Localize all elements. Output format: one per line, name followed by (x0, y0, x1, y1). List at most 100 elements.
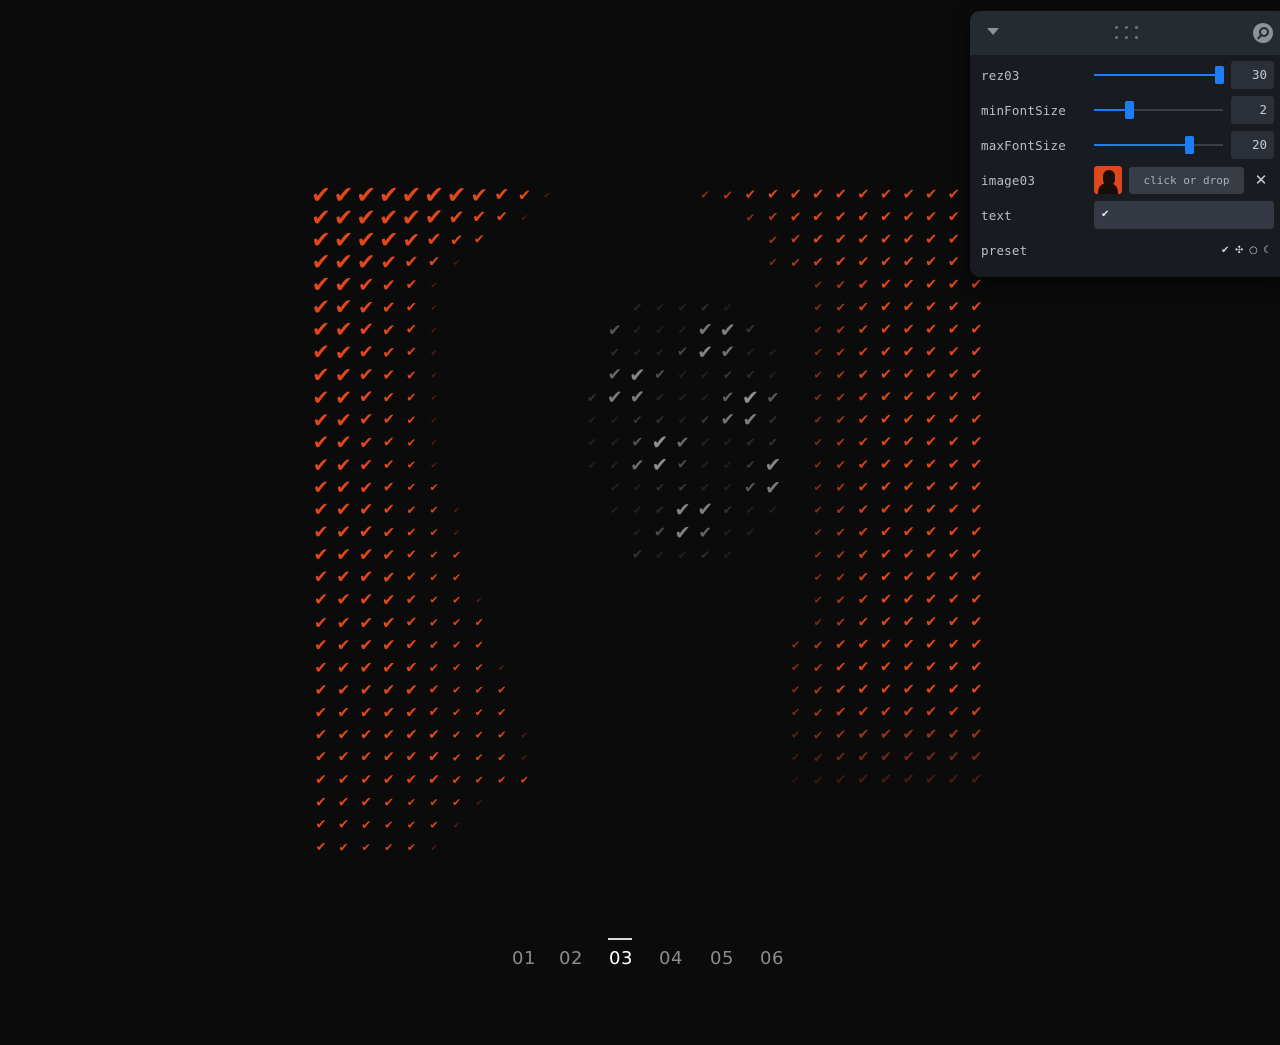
checkmark-glyph: ✔ (678, 301, 688, 315)
checkmark-glyph: ✔ (405, 727, 417, 744)
checkmark-glyph: ✔ (836, 616, 846, 630)
checkmark-glyph: ✔ (835, 255, 847, 271)
checkmark-glyph: ✔ (814, 414, 823, 427)
checkmark-glyph: ✔ (610, 458, 620, 472)
checkmark-glyph: ✔ (836, 413, 846, 427)
checkmark-glyph: ✔ (925, 412, 937, 428)
checkmark-glyph: ✔ (384, 796, 394, 810)
page-link-05[interactable]: 05 (710, 948, 734, 969)
slider-thumb[interactable] (1124, 101, 1134, 119)
checkmark-glyph: ✔ (383, 750, 395, 766)
checkmark-glyph: ✔ (360, 750, 372, 766)
checkmark-glyph: ✔ (429, 660, 439, 675)
checkmark-glyph: ✔ (337, 636, 351, 655)
rez03-value-field[interactable]: 30 (1231, 61, 1274, 89)
checkmark-glyph: ✔ (880, 232, 892, 248)
checkmark-glyph: ✔ (813, 728, 823, 743)
checkmark-glyph: ✔ (768, 256, 777, 269)
checkmark-glyph: ✔ (836, 458, 846, 472)
checkmark-glyph: ✔ (925, 345, 937, 361)
checkmark-glyph: ✔ (452, 729, 461, 742)
checkmark-glyph: ✔ (858, 412, 869, 428)
checkmark-glyph: ✔ (335, 318, 353, 343)
checkmark-glyph: ✔ (925, 322, 937, 338)
slider-thumb[interactable] (1185, 136, 1195, 154)
checkmark-glyph: ✔ (452, 773, 462, 787)
page-link-04[interactable]: 04 (659, 948, 683, 969)
checkmark-glyph: ✔ (948, 210, 960, 226)
checkmark-glyph: ✔ (700, 301, 710, 315)
drag-handle-icon[interactable] (1115, 26, 1141, 40)
checkmark-glyph: ✔ (858, 502, 869, 518)
checkmark-glyph: ✔ (903, 480, 915, 496)
checkmark-glyph: ✔ (880, 345, 892, 361)
checkmark-glyph: ✔ (791, 661, 800, 674)
checkmark-glyph: ✔ (813, 705, 823, 720)
checkmark-glyph: ✔ (858, 570, 869, 586)
checkmark-glyph: ✔ (745, 323, 756, 338)
maxfontsize-slider[interactable] (1094, 136, 1223, 154)
checkmark-glyph: ✔ (700, 368, 710, 382)
checkmark-glyph: ✔ (903, 210, 915, 226)
checkmark-glyph: ✔ (813, 773, 823, 788)
page-link-01[interactable]: 01 (512, 948, 536, 969)
checkmark-glyph: ✔ (858, 277, 869, 293)
checkmark-glyph: ✔ (406, 345, 417, 360)
close-icon[interactable]: ✕ (1253, 171, 1269, 189)
checkmark-glyph: ✔ (453, 820, 460, 830)
checkmark-glyph: ✔ (430, 348, 437, 358)
checkmark-glyph: ✔ (925, 705, 937, 721)
checkmark-glyph: ✔ (970, 525, 982, 541)
checkmark-glyph: ✔ (701, 189, 710, 202)
checkmark-glyph: ✔ (813, 660, 823, 675)
checkmark-glyph: ✔ (791, 751, 800, 764)
checkmark-glyph: ✔ (723, 503, 733, 517)
page-link-03[interactable]: 03 (608, 938, 633, 969)
text-input[interactable]: ✔ (1094, 201, 1274, 229)
checkmark-glyph: ✔ (316, 840, 327, 855)
page-link-02[interactable]: 02 (559, 948, 583, 969)
preset-cross-option[interactable]: ✣ (1235, 243, 1243, 259)
checkmark-glyph: ✔ (814, 616, 823, 629)
checkmark-glyph: ✔ (836, 436, 846, 450)
checkmark-glyph: ✔ (925, 480, 937, 496)
preset-check-option[interactable]: ✔ (1221, 243, 1229, 259)
maxfontsize-value-field[interactable]: 20 (1231, 131, 1274, 159)
checkmark-glyph: ✔ (359, 433, 373, 453)
preset-moon-option[interactable]: ☾ (1263, 243, 1272, 259)
image-drop-button[interactable]: click or drop (1129, 167, 1244, 194)
checkmark-glyph: ✔ (903, 255, 915, 271)
checkmark-glyph: ✔ (315, 681, 328, 699)
checkmark-glyph: ✔ (814, 279, 823, 292)
checkmark-glyph: ✔ (359, 545, 374, 566)
checkmark-glyph: ✔ (903, 345, 915, 361)
checkmark-glyph: ✔ (337, 658, 350, 677)
checkmark-glyph: ✔ (970, 390, 982, 406)
checkmark-glyph: ✔ (835, 232, 847, 248)
page-link-06[interactable]: 06 (760, 948, 784, 969)
checkmark-glyph: ✔ (880, 705, 892, 721)
checkmark-glyph: ✔ (453, 528, 460, 538)
checkmark-glyph: ✔ (652, 431, 669, 454)
checkmark-glyph: ✔ (970, 660, 982, 676)
checkmark-glyph: ✔ (970, 727, 982, 743)
checkmark-glyph: ✔ (429, 616, 439, 630)
checkmark-glyph: ✔ (474, 233, 485, 248)
slider-thumb[interactable] (1215, 66, 1225, 84)
checkmark-glyph: ✔ (429, 683, 440, 698)
chevron-down-icon[interactable] (987, 28, 999, 35)
minfontsize-slider[interactable] (1094, 101, 1223, 119)
checkmark-glyph: ✔ (678, 368, 688, 382)
checkmark-glyph: ✔ (382, 636, 396, 655)
checkmark-glyph: ✔ (857, 637, 869, 653)
checkmark-glyph: ✔ (430, 415, 437, 425)
checkmark-glyph: ✔ (880, 525, 892, 541)
search-icon[interactable] (1253, 23, 1273, 43)
checkmark-glyph: ✔ (452, 684, 461, 697)
checkmark-glyph: ✔ (428, 705, 439, 720)
checkmark-glyph: ✔ (903, 322, 915, 338)
rez03-slider[interactable] (1094, 66, 1225, 84)
preset-circle-option[interactable]: ○ (1249, 243, 1258, 259)
image-thumbnail[interactable] (1094, 166, 1122, 194)
minfontsize-value-field[interactable]: 2 (1231, 96, 1274, 124)
